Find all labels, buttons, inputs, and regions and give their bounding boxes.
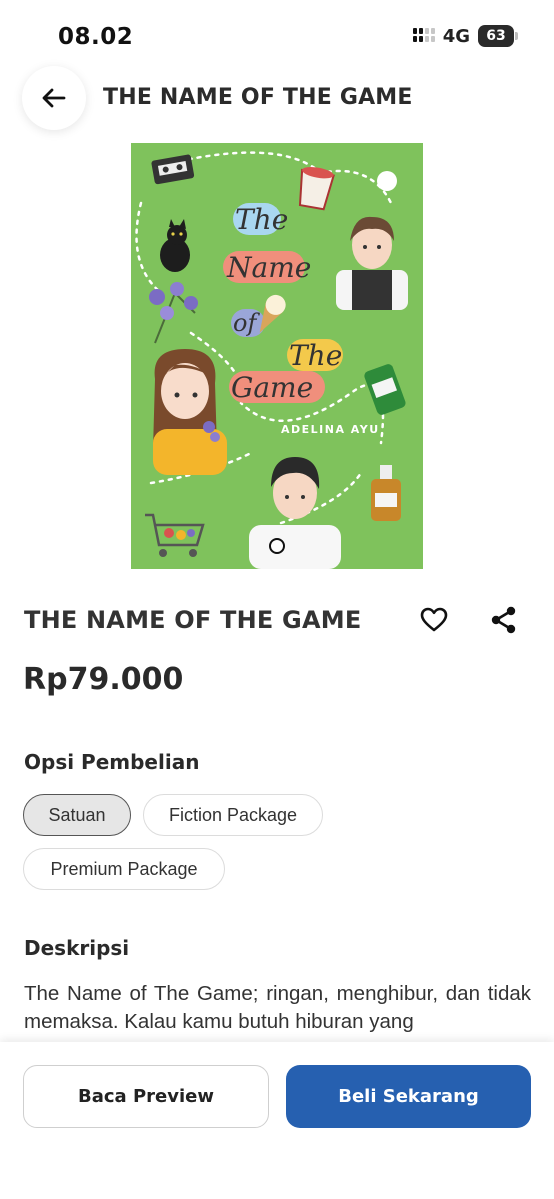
status-bar: 08.02 4G 63 <box>0 0 554 70</box>
arrow-left-icon <box>42 88 66 108</box>
battery-icon: 63 <box>478 25 518 47</box>
bottom-action-bar: Baca Preview Beli Sekarang <box>0 1042 554 1199</box>
option-chip-fiction-package[interactable]: Fiction Package <box>143 794 323 836</box>
option-chip-premium-package[interactable]: Premium Package <box>23 848 225 890</box>
cover-title-word-2: Name <box>226 251 311 284</box>
carousel-indicator[interactable] <box>269 538 285 554</box>
cover-author: ADELINA AYU <box>281 423 380 436</box>
description-heading: Deskripsi <box>24 936 130 960</box>
favorite-button[interactable] <box>419 605 449 635</box>
product-price: Rp79.000 <box>23 662 184 697</box>
cover-title-word-5: Game <box>231 371 313 404</box>
network-type: 4G <box>442 25 470 47</box>
product-title: THE NAME OF THE GAME <box>24 606 362 634</box>
back-button[interactable] <box>22 66 86 130</box>
cover-title-word-4: The <box>289 339 342 372</box>
status-indicators: 4G 63 <box>412 25 518 47</box>
read-preview-button[interactable]: Baca Preview <box>23 1065 269 1128</box>
cover-title-word-3: of <box>233 309 260 337</box>
buy-now-button[interactable]: Beli Sekarang <box>286 1065 531 1128</box>
share-icon <box>491 606 516 634</box>
cover-title-word-1: The <box>235 203 288 236</box>
book-cover-image[interactable]: The Name of The Game ADELINA AYU <box>131 143 423 569</box>
cellular-signal-icon <box>412 28 435 44</box>
option-chip-satuan[interactable]: Satuan <box>23 794 131 836</box>
heart-icon <box>420 607 448 632</box>
purchase-options-heading: Opsi Pembelian <box>24 750 200 774</box>
description-text: The Name of The Game; ringan, menghibur,… <box>24 982 531 1033</box>
page-title: THE NAME OF THE GAME <box>103 85 413 110</box>
battery-level: 63 <box>486 28 506 44</box>
status-time: 08.02 <box>58 24 134 50</box>
share-button[interactable] <box>489 605 519 635</box>
top-bar: THE NAME OF THE GAME <box>0 64 554 134</box>
